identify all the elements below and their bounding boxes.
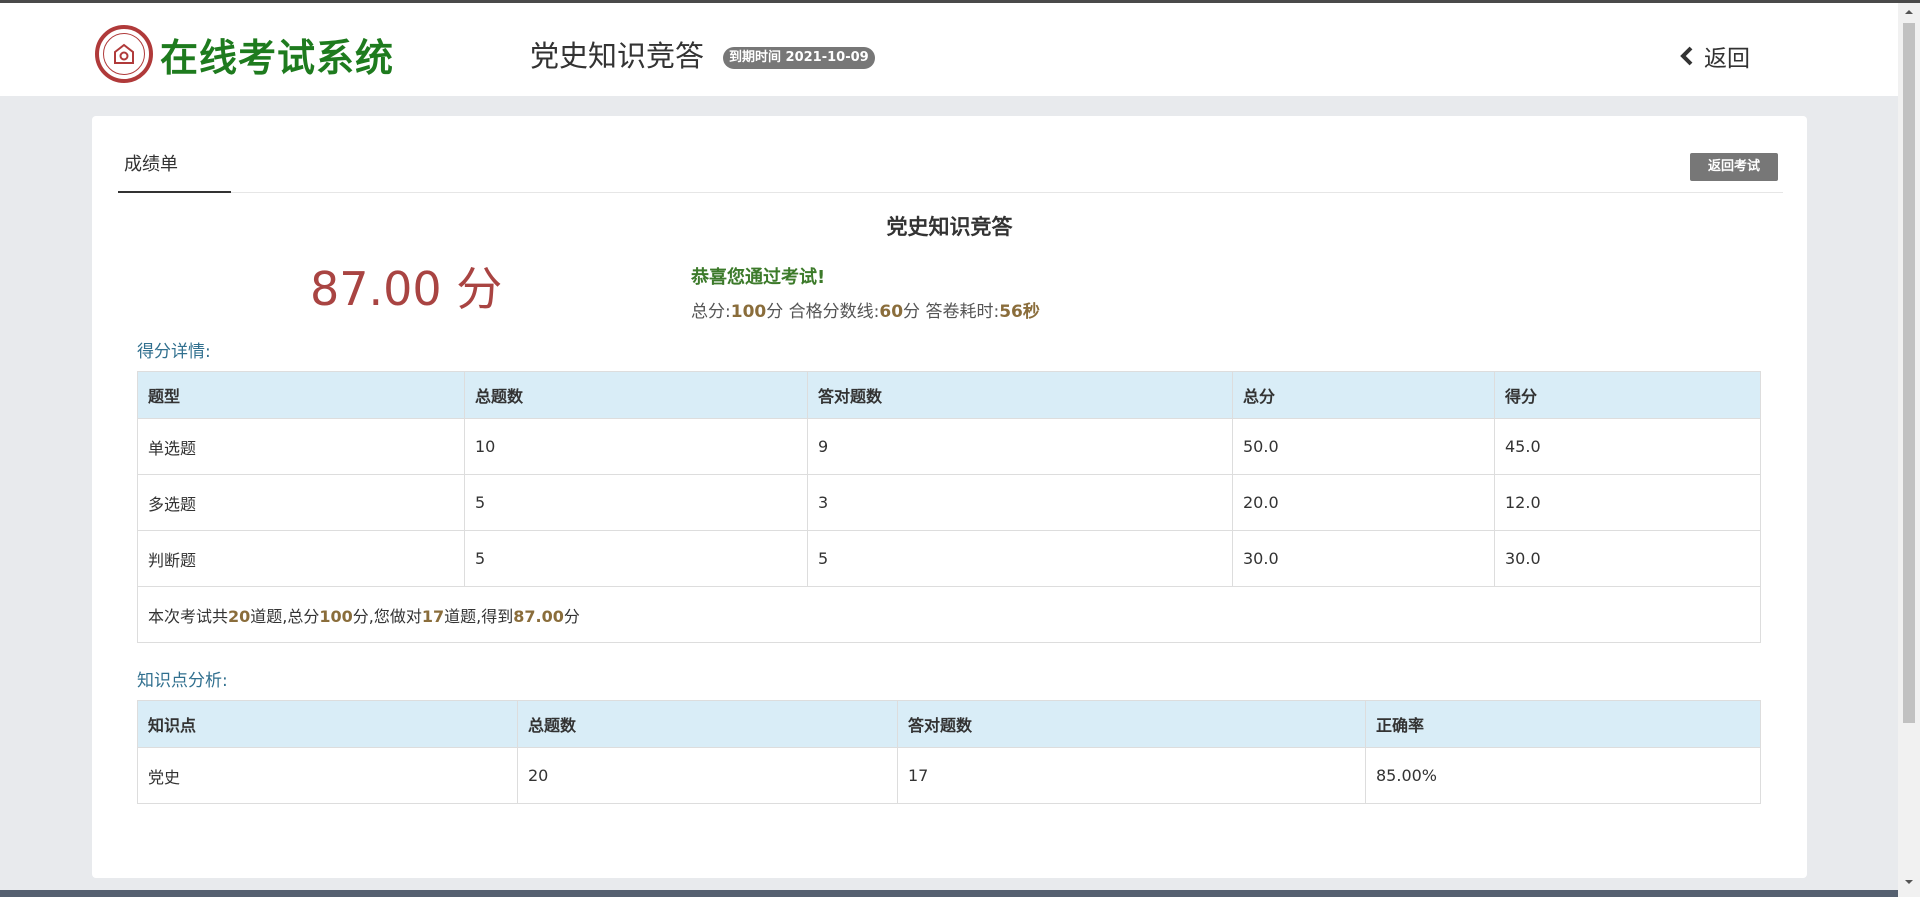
table-header-cell: 正确率 bbox=[1365, 700, 1761, 748]
table-cell: 30.0 bbox=[1232, 530, 1495, 587]
scrollbar-thumb[interactable] bbox=[1903, 23, 1915, 723]
table-cell: 5 bbox=[464, 474, 808, 531]
back-button[interactable]: 返回 bbox=[1680, 39, 1750, 73]
knowledge-analysis-label: 知识点分析: bbox=[137, 671, 228, 691]
table-cell: 3 bbox=[807, 474, 1233, 531]
exam-title: 党史知识竞答 bbox=[530, 39, 705, 73]
table-cell: 判断题 bbox=[137, 530, 465, 587]
result-card: 成绩单 返回考试 党史知识竞答 87.00 分 恭喜您通过考试! 总分:100分… bbox=[92, 116, 1807, 878]
table-row: 多选题 5 3 20.0 12.0 bbox=[137, 474, 1761, 531]
seal-logo-icon bbox=[95, 25, 153, 83]
table-cell: 党史 bbox=[137, 747, 518, 804]
score-detail-label: 得分详情: bbox=[137, 342, 211, 362]
table-cell: 9 bbox=[807, 418, 1233, 475]
tab-transcript[interactable]: 成绩单 bbox=[118, 152, 231, 193]
table-cell: 30.0 bbox=[1494, 530, 1761, 587]
table-cell: 20 bbox=[517, 747, 898, 804]
table-cell: 多选题 bbox=[137, 474, 465, 531]
time-spent-value: 56秒 bbox=[999, 302, 1040, 322]
pass-line-value: 60 bbox=[879, 302, 904, 322]
pass-message: 恭喜您通过考试! bbox=[691, 267, 826, 288]
table-cell: 12.0 bbox=[1494, 474, 1761, 531]
return-exam-button[interactable]: 返回考试 bbox=[1690, 153, 1779, 181]
tab-bar: 成绩单 bbox=[118, 152, 1783, 193]
table-cell: 5 bbox=[464, 530, 808, 587]
scroll-down-icon[interactable] bbox=[1904, 877, 1914, 887]
deadline-badge: 到期时间 2021-10-09 bbox=[723, 47, 875, 69]
score-detail-table: 题型 总题数 答对题数 总分 得分 单选题 10 9 50.0 45.0 多选题 bbox=[137, 371, 1761, 643]
table-cell: 45.0 bbox=[1494, 418, 1761, 475]
table-row: 单选题 10 9 50.0 45.0 bbox=[137, 418, 1761, 475]
table-cell: 10 bbox=[464, 418, 808, 475]
table-row: 判断题 5 5 30.0 30.0 bbox=[137, 530, 1761, 587]
score-summary: 总分:100分 合格分数线:60分 答卷耗时:56秒 bbox=[691, 302, 1040, 322]
table-row: 党史 20 17 85.00% bbox=[137, 747, 1761, 804]
background-strip bbox=[0, 890, 1898, 897]
scroll-up-icon[interactable] bbox=[1904, 7, 1914, 17]
table-header-row: 知识点 总题数 答对题数 正确率 bbox=[137, 700, 1761, 748]
table-header-cell: 知识点 bbox=[137, 700, 518, 748]
result-title: 党史知识竞答 bbox=[886, 215, 1013, 239]
header: 在线考试系统 党史知识竞答 到期时间 2021-10-09 返回 bbox=[0, 3, 1898, 96]
vertical-scrollbar[interactable] bbox=[1898, 3, 1920, 897]
logo[interactable]: 在线考试系统 bbox=[95, 25, 394, 83]
table-header-cell: 总分 bbox=[1232, 371, 1495, 419]
total-score-value: 100 bbox=[730, 302, 767, 322]
table-cell: 50.0 bbox=[1232, 418, 1495, 475]
page: 在线考试系统 党史知识竞答 到期时间 2021-10-09 返回 成绩单 返回考… bbox=[0, 0, 1920, 897]
final-score: 87.00 分 bbox=[310, 262, 503, 316]
table-header-cell: 题型 bbox=[137, 371, 465, 419]
summary-row: 本次考试共20道题,总分100分,您做对17道题,得到87.00分 bbox=[137, 586, 1761, 643]
table-header-cell: 总题数 bbox=[464, 371, 808, 419]
table-cell: 85.00% bbox=[1365, 747, 1761, 804]
knowledge-table: 知识点 总题数 答对题数 正确率 党史 20 17 85.00% bbox=[137, 700, 1761, 804]
table-header-cell: 得分 bbox=[1494, 371, 1761, 419]
table-header-cell: 答对题数 bbox=[807, 371, 1233, 419]
table-cell: 20.0 bbox=[1232, 474, 1495, 531]
chevron-left-icon bbox=[1680, 46, 1693, 66]
table-header-row: 题型 总题数 答对题数 总分 得分 bbox=[137, 371, 1761, 419]
exam-summary-note: 本次考试共20道题,总分100分,您做对17道题,得到87.00分 bbox=[137, 586, 1761, 643]
back-label: 返回 bbox=[1704, 46, 1750, 72]
table-header-cell: 总题数 bbox=[517, 700, 898, 748]
table-header-cell: 答对题数 bbox=[897, 700, 1366, 748]
table-cell: 17 bbox=[897, 747, 1366, 804]
table-cell: 单选题 bbox=[137, 418, 465, 475]
logo-text: 在线考试系统 bbox=[160, 34, 395, 80]
table-cell: 5 bbox=[807, 530, 1233, 587]
